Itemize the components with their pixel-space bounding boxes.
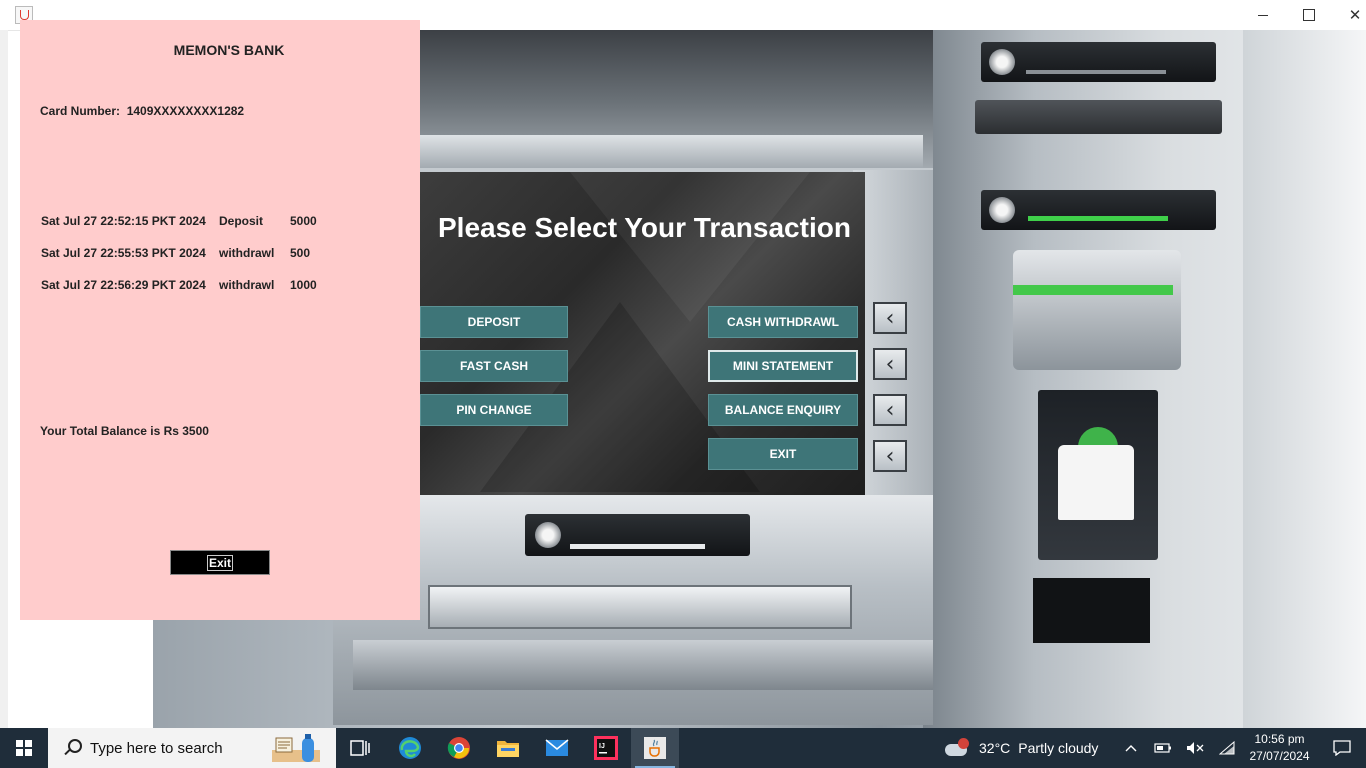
transaction-date: Sat Jul 27 22:55:53 PKT 2024 [41, 246, 206, 260]
total-balance: Your Total Balance is Rs 3500 [40, 424, 209, 438]
maximize-button[interactable] [1286, 0, 1332, 30]
cash-knob-icon [535, 522, 561, 548]
window-background [8, 620, 153, 728]
task-view-icon[interactable] [336, 728, 384, 768]
side-key-chevron-left-icon: ‹ [873, 440, 907, 472]
transaction-date: Sat Jul 27 22:56:29 PKT 2024 [41, 278, 206, 292]
cash-dispenser-slot [428, 585, 852, 629]
weather-condition: Partly cloudy [1018, 740, 1099, 756]
clock-date: 27/07/2024 [1249, 749, 1310, 763]
card-slot-label [981, 190, 1216, 230]
card-reader-light [1013, 285, 1173, 295]
transaction-amount: 500 [290, 246, 311, 260]
transaction-row: Sat Jul 27 22:52:15 PKT 2024 Deposit 5000 [41, 214, 317, 228]
key-pad [1058, 445, 1134, 520]
window-border [0, 30, 8, 728]
mini-statement-exit-button[interactable]: Exit [170, 550, 270, 575]
receipt-slot-label [981, 42, 1216, 82]
deposit-button[interactable]: DEPOSIT [420, 306, 568, 338]
exit-label: Exit [206, 554, 233, 571]
chrome-icon[interactable] [435, 728, 483, 768]
transaction-amount: 1000 [290, 278, 317, 292]
side-key-chevron-left-icon: ‹ [873, 302, 907, 334]
transaction-type: withdrawl [219, 246, 275, 260]
receipt-knob-icon [989, 49, 1015, 75]
volume-muted-icon[interactable] [1182, 728, 1208, 768]
minimize-button[interactable] [1240, 0, 1286, 30]
atm-body-edge [1243, 30, 1366, 728]
atm-bottom-trim [353, 640, 933, 690]
mail-icon[interactable] [533, 728, 581, 768]
transaction-row: Sat Jul 27 22:55:53 PKT 2024 withdrawl 500 [41, 246, 310, 260]
card-reader [1013, 250, 1181, 370]
cash-slot-label [525, 514, 750, 556]
bank-name: MEMON'S BANK [173, 42, 285, 58]
java-icon[interactable] [631, 728, 679, 768]
transaction-prompt: Please Select Your Transaction [438, 212, 851, 243]
fast-cash-button[interactable]: FAST CASH [420, 350, 568, 382]
taskbar-search-box[interactable]: Type here to search [48, 728, 336, 768]
minimize-icon [1258, 14, 1268, 16]
show-hidden-icons-icon[interactable] [1120, 728, 1142, 768]
card-slot-light [1028, 216, 1168, 221]
search-highlight-icon [272, 734, 320, 762]
transaction-type: Deposit [219, 214, 264, 228]
cash-withdrawl-button[interactable]: CASH WITHDRAWL [708, 306, 858, 338]
transaction-row: Sat Jul 27 22:56:29 PKT 2024 withdrawl 100… [41, 278, 317, 292]
weather-widget[interactable]: 32°C Partly cloudy [945, 728, 1098, 768]
card-knob-icon [989, 197, 1015, 223]
clock-time: 10:56 pm [1254, 732, 1305, 746]
start-button[interactable] [0, 728, 48, 768]
edge-icon[interactable] [386, 728, 434, 768]
transaction-amount: 5000 [290, 214, 317, 228]
receipt-slit [1026, 70, 1166, 74]
file-explorer-icon[interactable] [484, 728, 532, 768]
transaction-type: withdrawl [219, 278, 275, 292]
pin-change-button[interactable]: PIN CHANGE [420, 394, 568, 426]
maximize-icon [1303, 9, 1315, 21]
taskbar-clock[interactable]: 10:56 pm 27/07/2024 [1242, 731, 1317, 765]
card-number-line: Card Number: 1409XXXXXXXX1282 [40, 104, 244, 118]
windows-icon [16, 740, 32, 756]
cash-slot-slit [570, 544, 705, 549]
transaction-date: Sat Jul 27 22:52:15 PKT 2024 [41, 214, 206, 228]
side-key-chevron-left-icon: ‹ [873, 348, 907, 380]
close-button[interactable]: ✕ [1332, 0, 1366, 30]
mini-statement-window: MEMON'S BANK Card Number: 1409XXXXXXXX12… [20, 20, 420, 620]
notifications-icon[interactable] [1318, 728, 1366, 768]
search-placeholder: Type here to search [90, 739, 223, 757]
card-number: 1409XXXXXXXX1282 [126, 104, 245, 118]
wifi-icon[interactable] [1214, 728, 1240, 768]
weather-temperature: 32°C [979, 740, 1011, 756]
mini-statement-button[interactable]: MINI STATEMENT [708, 350, 858, 382]
search-icon [62, 738, 82, 758]
atm-dark-panel [1033, 578, 1150, 643]
taskbar: Type here to search IJ 32°C Partly cloud… [0, 728, 1366, 768]
exit-button[interactable]: EXIT [708, 438, 858, 470]
svg-text:IJ: IJ [599, 743, 605, 750]
battery-icon[interactable] [1150, 728, 1176, 768]
intellij-icon[interactable]: IJ [582, 728, 630, 768]
weather-cloudy-icon [945, 738, 971, 758]
balance-enquiry-button[interactable]: BALANCE ENQUIRY [708, 394, 858, 426]
card-number-label: Card Number: [40, 104, 121, 118]
close-icon: ✕ [1348, 7, 1362, 24]
side-key-chevron-left-icon: ‹ [873, 394, 907, 426]
receipt-slot [975, 100, 1222, 134]
